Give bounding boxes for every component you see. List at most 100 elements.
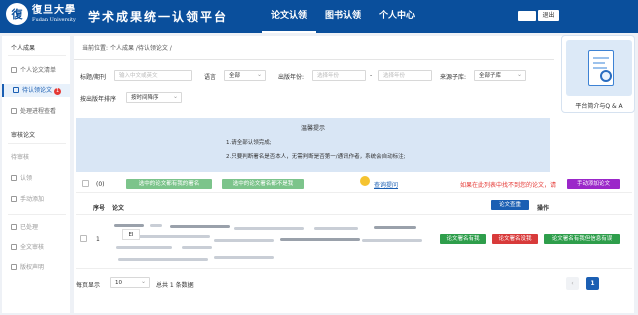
paper-not-me-button[interactable]: 论文署名没我	[492, 234, 538, 244]
main-content: 当前位置: 个人成果 /待认领论文 / 标题/期刊 输入中文或英文 语言 全部 …	[74, 36, 634, 313]
sidebar-item-label: 处理进程查看	[20, 108, 57, 115]
select-all-checkbox[interactable]	[82, 180, 89, 187]
redacted-text	[362, 239, 422, 242]
sidebar-divider	[8, 143, 66, 144]
year-from-picker[interactable]: 选择年份	[312, 70, 366, 81]
divider	[76, 214, 632, 215]
sort-label: 按出版年排序	[80, 96, 117, 103]
row-checkbox[interactable]	[80, 235, 87, 242]
plus-icon	[11, 196, 17, 202]
help-illustration	[566, 40, 632, 96]
sidebar-item-label: 认领	[20, 175, 33, 182]
divider	[76, 268, 632, 269]
year-separator: -	[370, 72, 373, 79]
divider	[76, 192, 632, 193]
total-count: 总共 1 条数据	[156, 282, 194, 289]
sidebar-item-label: 全文审核	[20, 244, 45, 251]
batch-mine-button[interactable]: 选中的论文都有我的署名	[126, 179, 212, 189]
sidebar-item-pending-claim[interactable]: 待认领论文 1	[2, 84, 70, 97]
title-search-input[interactable]: 输入中文或英文	[114, 70, 192, 81]
batch-not-mine-button[interactable]: 选中的论文署名都不是我	[222, 179, 304, 189]
row-index: 1	[96, 236, 100, 243]
breadcrumb: 当前位置: 个人成果 /待认领论文 /	[82, 43, 172, 52]
divider	[74, 59, 554, 60]
redacted-text	[150, 224, 162, 227]
sidebar-item-fulltext-review[interactable]: 全文审核	[2, 241, 70, 254]
missing-paper-hint: 如果在此列表中找不到您的论文，请	[460, 182, 557, 189]
paper-duplicate-check-button[interactable]: 论文查重	[491, 200, 529, 210]
sidebar-item-copyright[interactable]: 版权声明	[2, 261, 70, 274]
notice-line: 2.只要判断署名是否本人，无需判断是否第一/通讯作者，系统会自动标注;	[226, 154, 406, 160]
per-page-select[interactable]: 10	[110, 277, 150, 288]
sidebar-group-personal: 个人成果	[11, 45, 36, 52]
redacted-text	[182, 246, 212, 249]
sidebar-item-label: 版权声明	[20, 264, 45, 271]
paper-has-me-info-wrong-button[interactable]: 论文署名有我但信息有误	[544, 234, 620, 244]
redacted-text	[374, 226, 416, 229]
copyright-icon	[11, 264, 17, 270]
selected-count: (0)	[96, 181, 105, 188]
fulltext-icon	[11, 244, 17, 250]
redacted-text	[114, 224, 144, 227]
list-icon	[11, 67, 17, 73]
paper-has-me-button[interactable]: 论文署名有我	[440, 234, 486, 244]
redacted-text	[314, 227, 358, 230]
redacted-text	[280, 238, 360, 241]
sidebar-item-label: 手动添加	[20, 196, 45, 203]
col-index-header: 序号	[93, 205, 106, 212]
sidebar-item-to-review[interactable]: 待审核	[2, 151, 70, 164]
manual-add-paper-button[interactable]: 手动添加论文	[567, 179, 620, 189]
notice-title: 温馨提示	[300, 125, 325, 132]
done-icon	[11, 224, 17, 230]
year-to-picker[interactable]: 选择年份	[378, 70, 432, 81]
sidebar-divider	[8, 214, 66, 215]
check-icon	[11, 175, 17, 181]
nav-personal-center[interactable]: 个人中心	[370, 0, 424, 33]
platform-title: 学术成果统一认领平台	[88, 10, 229, 24]
page-1-button[interactable]: 1	[586, 277, 599, 290]
col-paper-header: 论文	[112, 205, 125, 212]
sidebar-item-label: 已处理	[20, 224, 39, 231]
lightbulb-icon	[360, 176, 370, 186]
top-header: 復 復旦大學 Fudan University 学术成果统一认领平台 论文认领 …	[0, 0, 638, 33]
source-label: 来源子库:	[440, 74, 467, 81]
sort-select[interactable]: 按时间降序	[126, 92, 182, 103]
help-question-link[interactable]: 查询提问	[374, 180, 398, 189]
clock-icon	[11, 108, 17, 114]
language-select[interactable]: 全部	[224, 70, 266, 81]
logo-english-name: Fudan University	[32, 17, 76, 23]
prev-page-button[interactable]: ‹	[566, 277, 579, 290]
sidebar-item-claim[interactable]: 认领	[2, 172, 70, 185]
platform-intro-card[interactable]: 平台简介与Q & A	[561, 35, 635, 113]
nav-book-claim[interactable]: 图书认领	[316, 0, 370, 33]
sidebar-divider	[8, 55, 66, 56]
user-avatar[interactable]	[518, 11, 536, 21]
sidebar-item-manual-add[interactable]: 手动添加	[2, 193, 70, 206]
index-tooltip: EI	[122, 229, 140, 240]
magnifier-icon	[600, 70, 612, 82]
notice-panel: 温馨提示 1.请全部认领完成; 2.只要判断署名是否本人，无需判断是否第一/通讯…	[76, 118, 550, 172]
document-icon	[588, 50, 614, 86]
sidebar-item-paper-list[interactable]: 个人论文清单	[2, 64, 70, 77]
platform-intro-caption: 平台简介与Q & A	[575, 103, 623, 110]
sidebar-group-review: 审核论文	[11, 132, 36, 139]
redacted-text	[130, 235, 210, 238]
sidebar: 个人成果 个人论文清单 待认领论文 1 处理进程查看 审核论文 待审核 认领 手动…	[2, 36, 70, 313]
sidebar-item-label: 个人论文清单	[20, 67, 57, 74]
source-select[interactable]: 全部子库	[474, 70, 526, 81]
nav-paper-claim[interactable]: 论文认领	[262, 0, 317, 33]
redacted-text	[234, 227, 304, 230]
language-label: 语言	[204, 74, 217, 81]
redacted-text	[118, 258, 208, 261]
university-logo[interactable]: 復 復旦大學 Fudan University	[6, 3, 76, 25]
logout-button[interactable]: 退出	[538, 10, 559, 21]
title-filter-label: 标题/期刊	[80, 74, 107, 81]
redacted-text	[214, 239, 274, 242]
notice-line: 1.请全部认领完成;	[226, 140, 272, 146]
sidebar-item-progress[interactable]: 处理进程查看	[2, 105, 70, 118]
logo-chinese-name: 復旦大學	[32, 5, 76, 16]
sidebar-item-label: 待审核	[11, 154, 30, 161]
sidebar-item-label: 待认领论文	[22, 87, 53, 94]
sidebar-item-processed[interactable]: 已处理	[2, 221, 70, 234]
breadcrumb-path[interactable]: 个人成果 /待认领论文 /	[110, 45, 172, 52]
